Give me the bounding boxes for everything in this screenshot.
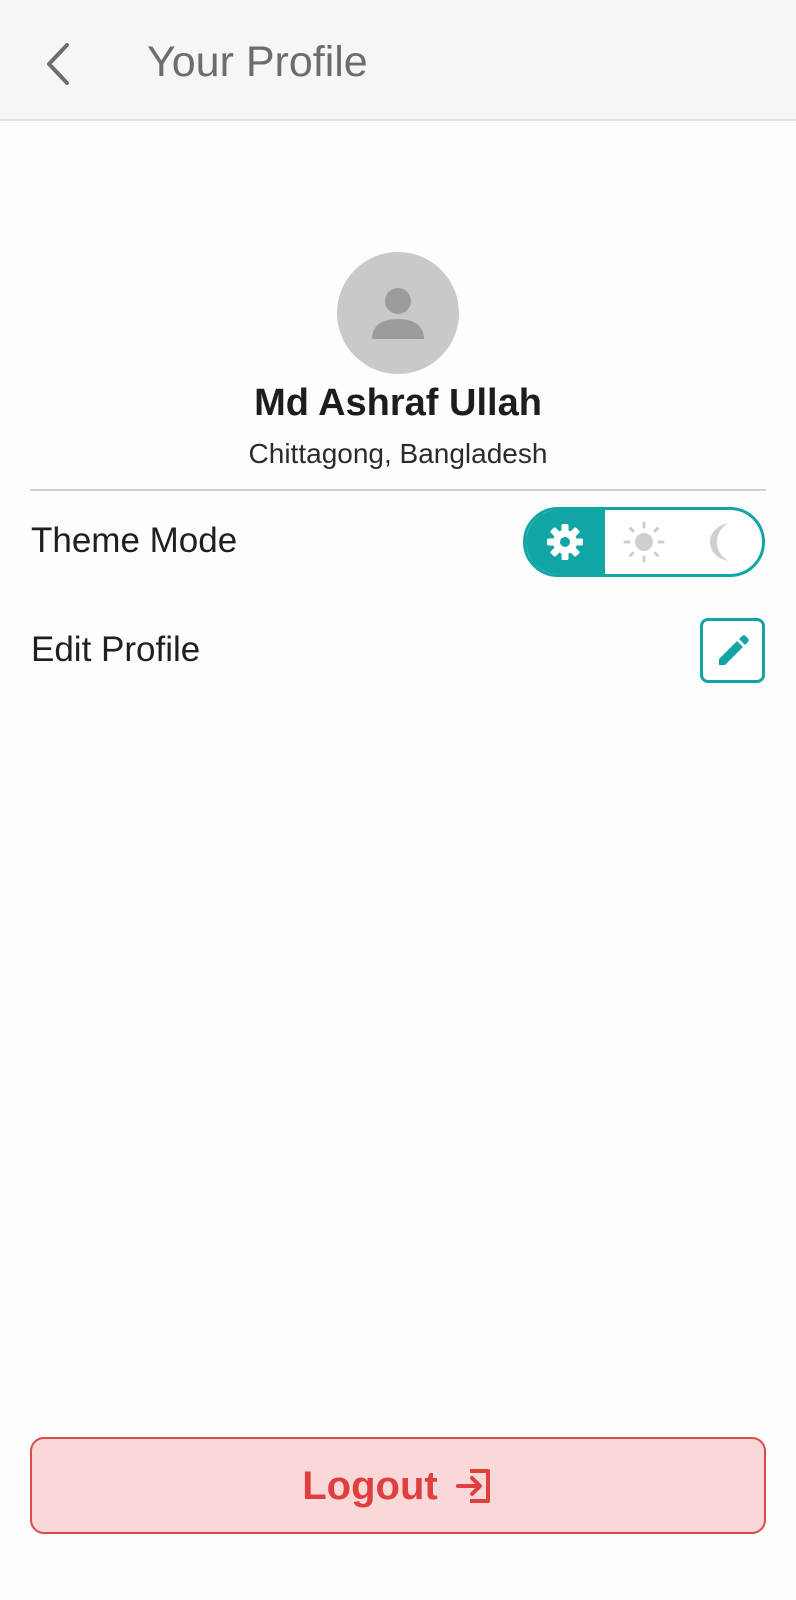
divider: [30, 489, 766, 491]
edit-profile-label: Edit Profile: [31, 630, 201, 669]
theme-option-light[interactable]: [605, 510, 684, 574]
theme-mode-label: Theme Mode: [31, 521, 238, 560]
logout-icon: [455, 1468, 490, 1503]
app-bar: Your Profile: [0, 0, 796, 121]
gear-icon: [547, 524, 584, 560]
user-location: Chittagong, Bangladesh: [248, 438, 548, 469]
chevron-left-icon: [47, 43, 69, 85]
user-name: Md Ashraf Ullah: [254, 382, 542, 424]
theme-option-system[interactable]: [526, 510, 605, 574]
person-icon: [372, 288, 424, 339]
moon-icon: [709, 523, 729, 561]
back-button[interactable]: [30, 32, 86, 96]
theme-mode-toggle[interactable]: [523, 507, 765, 577]
sun-icon: [623, 521, 665, 563]
page-title: Your Profile: [147, 38, 368, 86]
avatar: [337, 252, 459, 374]
edit-profile-button[interactable]: [700, 618, 765, 683]
logout-button[interactable]: Logout: [30, 1437, 766, 1534]
theme-option-dark[interactable]: [683, 510, 762, 574]
pencil-icon: [718, 634, 749, 665]
logout-label: Logout: [302, 1463, 438, 1508]
